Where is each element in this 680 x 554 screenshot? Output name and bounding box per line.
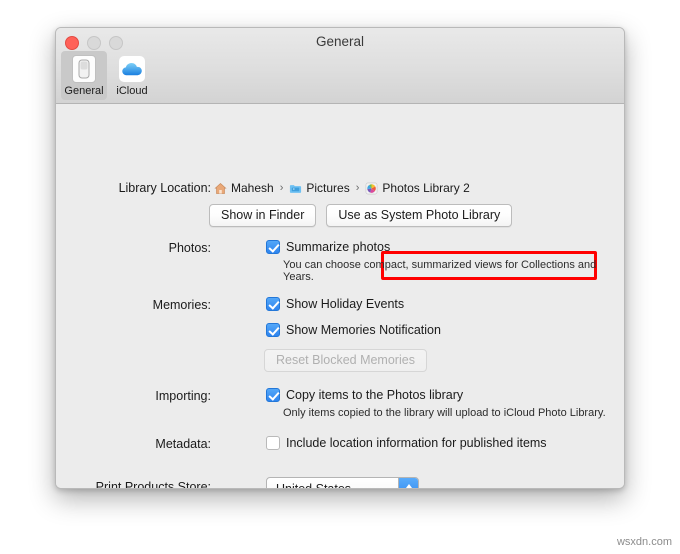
tab-icloud[interactable]: iCloud (109, 51, 155, 100)
use-as-system-photo-library-button[interactable]: Use as System Photo Library (326, 204, 513, 227)
tab-icloud-label: iCloud (116, 85, 148, 97)
library-location-label: Library Location: (118, 181, 211, 195)
show-in-finder-button[interactable]: Show in Finder (209, 204, 317, 227)
cloud-icon (119, 56, 145, 82)
breadcrumb-home-label: Mahesh (231, 181, 274, 195)
include-location-label: Include location information for publish… (286, 436, 547, 450)
window-toolbar: General General iCloud (56, 28, 624, 104)
watermark: wsxdn.com (616, 536, 672, 548)
metadata-label: Metadata: (155, 437, 211, 451)
print-products-store-select[interactable]: United States (266, 477, 419, 489)
copy-items-checkbox[interactable] (266, 388, 280, 402)
include-location-checkbox-row[interactable]: Include location information for publish… (266, 436, 547, 450)
breadcrumb-separator-1: › (279, 182, 284, 194)
library-buttons: Show in Finder Use as System Photo Libra… (209, 204, 513, 227)
home-icon (214, 182, 227, 194)
breadcrumb[interactable]: Mahesh › Pictures › Photos Library 2 (214, 181, 470, 195)
summarize-photos-checkbox[interactable] (266, 240, 280, 254)
breadcrumb-item-photos-library[interactable]: Photos Library 2 (365, 181, 470, 195)
show-holiday-events-checkbox-row[interactable]: Show Holiday Events (266, 297, 404, 311)
print-products-store-label: Print Products Store: (95, 480, 211, 489)
importing-hint: Only items copied to the library will up… (283, 407, 606, 419)
show-holiday-events-checkbox[interactable] (266, 297, 280, 311)
print-products-store-value: United States (276, 481, 352, 489)
show-holiday-events-label: Show Holiday Events (286, 297, 405, 311)
chevron-updown-icon[interactable] (398, 478, 418, 488)
show-memories-notification-checkbox-row[interactable]: Show Memories Notification (266, 323, 441, 337)
tab-general[interactable]: General (61, 51, 107, 100)
breadcrumb-separator-2: › (355, 182, 360, 194)
show-memories-notification-checkbox[interactable] (266, 323, 280, 337)
toolbar-tabs: General iCloud (61, 51, 155, 100)
summarize-photos-label: Summarize photos (286, 240, 391, 254)
folder-icon (290, 184, 302, 193)
photos-hint: You can choose compact, summarized views… (283, 259, 597, 283)
reset-blocked-memories-wrap: Reset Blocked Memories (264, 349, 427, 372)
window-title: General (315, 34, 365, 49)
show-memories-notification-label: Show Memories Notification (286, 323, 441, 337)
breadcrumb-photos-library-label: Photos Library 2 (382, 181, 470, 195)
copy-items-label: Copy items to the Photos library (286, 388, 464, 402)
preferences-window: General General iCloud Library Location:… (55, 27, 625, 489)
include-location-checkbox[interactable] (266, 436, 280, 450)
photos-library-icon (366, 182, 378, 194)
reset-blocked-memories-button[interactable]: Reset Blocked Memories (264, 349, 427, 372)
memories-label: Memories: (152, 298, 211, 312)
switch-icon (72, 55, 96, 83)
importing-label: Importing: (155, 389, 211, 403)
copy-items-checkbox-row[interactable]: Copy items to the Photos library (266, 388, 463, 402)
breadcrumb-item-home[interactable]: Mahesh (214, 181, 274, 195)
breadcrumb-pictures-label: Pictures (306, 181, 350, 195)
photos-label: Photos: (168, 241, 211, 255)
breadcrumb-item-pictures[interactable]: Pictures (289, 181, 350, 195)
tab-general-label: General (64, 85, 104, 97)
preferences-content: Library Location: Mahesh › Pictures › Ph… (56, 104, 624, 488)
summarize-photos-checkbox-row[interactable]: Summarize photos (266, 240, 390, 254)
